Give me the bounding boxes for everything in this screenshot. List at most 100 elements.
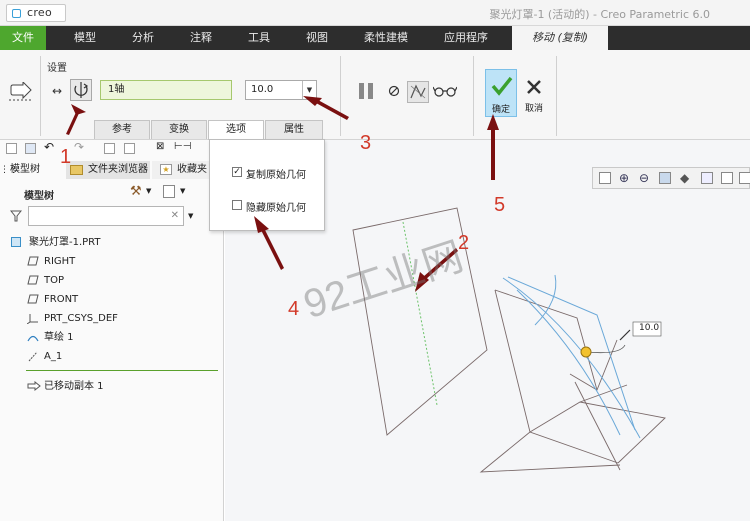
zoom-in-icon[interactable]: ⊕ <box>619 171 629 185</box>
redo-icon[interactable]: ↷ <box>74 140 84 154</box>
logo-text: creo <box>27 6 53 19</box>
undo-icon[interactable]: ↶ <box>44 140 54 154</box>
copy-original-label: 复制原始几何 <box>246 170 306 181</box>
measure-icon[interactable]: ⊢⊣ <box>174 141 191 152</box>
tree-search-input[interactable]: ✕ <box>28 206 184 226</box>
new-icon[interactable] <box>6 143 17 154</box>
chevron-down-icon[interactable]: ▼ <box>302 81 316 99</box>
datum-plane-icon <box>27 256 39 266</box>
tree-item-front[interactable]: FRONT <box>0 290 222 309</box>
tab-favorites[interactable]: ★ 收藏夹 <box>152 161 212 179</box>
datum-display-icon[interactable] <box>739 172 750 184</box>
tab-options[interactable]: 选项 <box>208 120 264 141</box>
creo-logo[interactable]: creo <box>6 4 66 22</box>
saved-views-icon[interactable] <box>701 172 713 184</box>
step-label-4: 4 <box>288 298 300 320</box>
rotation-value-text: 10.0 <box>251 84 274 95</box>
folder-browser-tab-label: 文件夹浏览器 <box>88 164 148 175</box>
settings-label: 设置 <box>47 63 67 74</box>
ribbon-separator <box>556 56 557 136</box>
tree-item-sketch[interactable]: 草绘 1 <box>0 328 222 347</box>
regenerate-icon[interactable] <box>104 143 115 154</box>
hide-original-label: 隐藏原始几何 <box>246 203 306 214</box>
zoom-out-icon[interactable]: ⊖ <box>639 171 649 185</box>
tab-transform[interactable]: 变换 <box>151 120 207 139</box>
menu-tools[interactable]: 工具 <box>236 26 282 50</box>
chevron-down-icon[interactable]: ▼ <box>146 187 151 195</box>
no-preview-icon[interactable] <box>388 85 400 100</box>
tree-item-label: TOP <box>44 275 65 286</box>
part-icon <box>11 237 21 247</box>
axis-icon <box>28 351 38 362</box>
preview-geometry-icon[interactable] <box>407 81 429 103</box>
show-icon[interactable] <box>163 185 175 198</box>
step-label-5: 5 <box>494 194 506 216</box>
dimension-arc <box>586 344 626 354</box>
tree-item-moved-copy[interactable]: 已移动副本 1 <box>0 377 222 396</box>
tree-item-csys[interactable]: PRT_CSYS_DEF <box>0 309 222 328</box>
tree-item-part[interactable]: 聚光灯罩-1.PRT <box>0 233 222 252</box>
clear-icon[interactable]: ✕ <box>171 210 179 221</box>
chevron-down-icon[interactable]: ▼ <box>180 187 185 195</box>
csys-icon <box>27 314 38 324</box>
close-window-icon[interactable]: ⊠ <box>156 141 164 152</box>
tree-item-label: A_1 <box>44 351 63 362</box>
tab-move-copy[interactable]: 移动 (复制) <box>512 26 608 51</box>
menu-analysis[interactable]: 分析 <box>120 26 166 50</box>
close-icon <box>527 80 541 94</box>
tree-item-axis[interactable]: A_1 <box>0 347 222 366</box>
tab-references[interactable]: 参考 <box>94 120 150 139</box>
rotation-drag-handle[interactable] <box>580 346 592 358</box>
save-icon[interactable] <box>25 143 36 154</box>
copied-geometry <box>479 289 666 473</box>
display-style-icon[interactable]: ◆ <box>680 171 689 185</box>
ribbon-separator <box>340 56 341 136</box>
dimension-leader <box>619 329 631 341</box>
tree-settings-icon[interactable]: ⚒ <box>130 184 142 199</box>
chevron-down-icon[interactable]: ▼ <box>188 212 193 220</box>
rotation-value-input[interactable]: 10.0 ▼ <box>245 80 317 100</box>
axis-reference-field[interactable]: 1轴 <box>100 80 232 100</box>
refit-icon[interactable] <box>599 172 611 184</box>
tree-item-label: 已移动副本 1 <box>44 381 104 392</box>
checkmark-icon <box>491 76 513 96</box>
favorites-icon: ★ <box>160 164 172 175</box>
quick-access-toolbar: ↶ ↷ ⊠ ⊢⊣ <box>0 140 224 158</box>
ribbon-separator <box>40 56 41 136</box>
datum-plane-icon <box>27 294 39 304</box>
menu-view[interactable]: 视图 <box>294 26 340 50</box>
folder-icon <box>70 165 83 175</box>
repaint-icon[interactable] <box>659 172 671 184</box>
translate-direction-icon[interactable]: ↔ <box>52 84 62 98</box>
options-panel: ✓ 复制原始几何 隐藏原始几何 <box>209 139 325 231</box>
tree-item-label: 聚光灯罩-1.PRT <box>29 237 101 248</box>
cancel-button[interactable]: 取消 <box>522 77 546 114</box>
rotate-icon[interactable] <box>70 79 92 101</box>
ok-button[interactable]: 确定 <box>485 69 517 117</box>
glasses-icon[interactable] <box>432 85 458 100</box>
sketch-icon <box>27 335 39 342</box>
filter-icon[interactable] <box>9 210 23 225</box>
tab-properties[interactable]: 属性 <box>265 120 323 139</box>
tab-folder-browser[interactable]: 文件夹浏览器 <box>66 161 150 179</box>
tree-item-label: 草绘 1 <box>44 332 74 343</box>
tree-item-top[interactable]: TOP <box>0 271 222 290</box>
menu-flexible-modeling[interactable]: 柔性建模 <box>358 26 414 50</box>
view-manager-icon[interactable] <box>721 172 733 184</box>
insert-indicator[interactable] <box>26 370 218 371</box>
dimension-label[interactable]: 10.0 <box>639 323 659 333</box>
copy-original-checkbox[interactable]: ✓ <box>232 167 242 177</box>
windows-icon[interactable] <box>124 143 135 154</box>
view-toolbar: ⊕ ⊖ ◆ <box>592 167 750 189</box>
tab-model-tree[interactable]: ⋮⋮ 模型树 <box>0 161 60 179</box>
menu-annotate[interactable]: 注释 <box>178 26 224 50</box>
hide-original-checkbox[interactable] <box>232 200 242 210</box>
menu-model[interactable]: 模型 <box>62 26 108 50</box>
move-feature-icon[interactable] <box>8 80 34 104</box>
tree-item-right[interactable]: RIGHT <box>0 252 222 271</box>
tree-header: 模型树 <box>24 191 54 202</box>
menu-applications[interactable]: 应用程序 <box>436 26 496 50</box>
pause-icon[interactable] <box>357 82 375 103</box>
tree-item-label: PRT_CSYS_DEF <box>44 313 118 324</box>
menu-file[interactable]: 文件 <box>0 26 46 50</box>
